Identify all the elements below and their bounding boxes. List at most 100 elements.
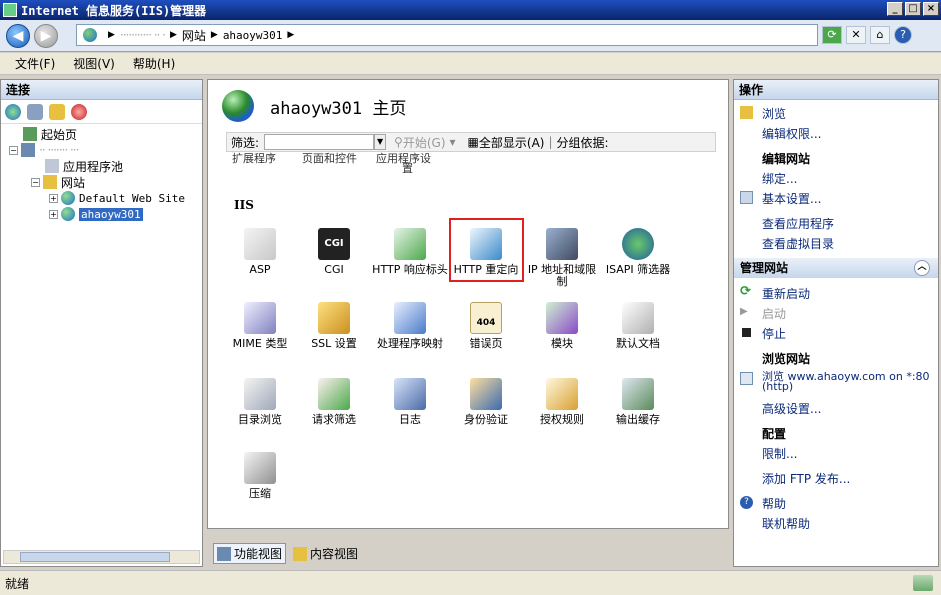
tree-label: ahaoyw301 <box>79 207 143 221</box>
tree-item-server[interactable]: − ·· ······· ··· <box>9 142 79 158</box>
action-browse[interactable]: 浏览 <box>762 105 786 122</box>
feature-label: SSL 设置 <box>311 337 357 350</box>
cutoff-label: 扩展程序 <box>232 152 276 165</box>
up-folder-icon[interactable] <box>49 103 65 120</box>
feature-modules[interactable]: 模块 <box>524 302 600 350</box>
filter-input[interactable] <box>264 134 375 150</box>
breadcrumb-sites[interactable]: 网站 <box>182 27 206 44</box>
feature-label: IP 地址和域限制 <box>527 263 597 288</box>
page-title: ahaoyw301 主页 <box>270 98 407 119</box>
server-icon <box>21 143 35 157</box>
action-add-ftp[interactable]: 添加 FTP 发布... <box>762 470 850 487</box>
status-text: 就绪 <box>5 576 30 591</box>
feature-asp[interactable]: ASP <box>226 228 298 276</box>
minimize-button[interactable]: _ <box>887 2 903 16</box>
forward-button[interactable]: ▶ <box>34 24 58 48</box>
disconnect-icon[interactable] <box>71 103 87 120</box>
feature-directory-browsing[interactable]: 目录浏览 <box>226 378 298 426</box>
collapse-icon[interactable]: − <box>9 145 18 155</box>
tree-label: 网站 <box>61 175 86 190</box>
action-edit-permissions[interactable]: 编辑权限... <box>762 125 821 142</box>
connections-toolbar <box>1 100 202 124</box>
action-stop[interactable]: 停止 <box>762 325 786 342</box>
feature-ssl-settings[interactable]: SSL 设置 <box>296 302 372 350</box>
compression-icon <box>244 452 276 484</box>
feature-logging[interactable]: 日志 <box>372 378 448 426</box>
action-help[interactable]: 帮助 <box>762 495 786 512</box>
error-pages-icon: 404 <box>470 302 502 334</box>
action-start[interactable]: 启动 <box>762 305 786 322</box>
tab-content-view[interactable]: 内容视图 <box>290 544 361 563</box>
action-online-help[interactable]: 联机帮助 <box>762 515 810 532</box>
action-basic-settings[interactable]: 基本设置... <box>762 190 821 207</box>
menu-help[interactable]: 帮助(H) <box>124 55 184 72</box>
feature-cgi[interactable]: CGI CGI <box>296 228 372 276</box>
action-bindings[interactable]: 绑定... <box>762 170 797 187</box>
help-icon[interactable]: ? <box>894 26 912 44</box>
action-advanced-settings[interactable]: 高级设置... <box>762 400 821 417</box>
stop-icon[interactable]: ✕ <box>846 26 866 44</box>
show-all-button[interactable]: ▦ 全部显示(A) <box>468 134 545 151</box>
tree-item-sites[interactable]: − 网站 <box>31 174 85 190</box>
browse-site-icon <box>740 372 753 385</box>
request-filtering-icon <box>318 378 350 410</box>
breadcrumb-site[interactable]: ahaoyw301 <box>223 29 283 42</box>
start-page-icon <box>23 127 37 141</box>
maximize-button[interactable]: □ <box>905 2 921 16</box>
asp-icon <box>244 228 276 260</box>
collapse-icon[interactable]: − <box>31 177 40 187</box>
feature-label: 压缩 <box>249 487 271 500</box>
tab-label: 内容视图 <box>310 547 359 561</box>
action-view-applications[interactable]: 查看应用程序 <box>762 215 834 232</box>
feature-isapi-filters[interactable]: ISAPI 筛选器 <box>600 228 676 276</box>
action-view-virtual-directories[interactable]: 查看虚拟目录 <box>762 235 834 252</box>
refresh-icon[interactable]: ⟳ <box>822 26 842 44</box>
tree-item-default-site[interactable]: + Default Web Site <box>49 190 185 206</box>
tree-item-selected-site[interactable]: + ahaoyw301 <box>49 206 143 222</box>
connect-icon[interactable] <box>5 103 21 120</box>
feature-label: 身份验证 <box>464 413 508 426</box>
action-limits[interactable]: 限制... <box>762 445 797 462</box>
tree-item-start-page[interactable]: 起始页 <box>23 126 77 142</box>
show-all-label: 全部显示(A) <box>478 135 545 150</box>
feature-http-response-headers[interactable]: HTTP 响应标头 <box>372 228 448 276</box>
save-icon[interactable] <box>27 103 43 120</box>
action-browse-url-protocol[interactable]: (http) <box>762 380 793 393</box>
ip-domain-restrictions-icon <box>546 228 578 260</box>
default-document-icon <box>622 302 654 334</box>
dropdown-icon[interactable]: ▼ <box>374 134 387 150</box>
expand-icon[interactable]: + <box>49 209 58 219</box>
menu-view[interactable]: 视图(V) <box>64 55 124 72</box>
action-restart[interactable]: 重新启动 <box>762 285 810 302</box>
feature-ip-domain-restrictions[interactable]: IP 地址和域限制 <box>524 228 600 288</box>
feature-handler-mappings[interactable]: 处理程序映射 <box>372 302 448 350</box>
tab-features-view[interactable]: 功能视图 <box>213 543 287 564</box>
collapse-chevron-icon[interactable]: ︿ <box>914 260 930 276</box>
breadcrumb-server[interactable]: ··········· ·· · <box>120 28 166 42</box>
expand-icon[interactable]: + <box>49 193 58 203</box>
cutoff-label: 置 <box>402 162 413 175</box>
feature-default-document[interactable]: 默认文档 <box>600 302 676 350</box>
home-icon[interactable]: ⌂ <box>870 26 890 44</box>
group-by-label[interactable]: 分组依据: <box>557 134 609 151</box>
feature-authentication[interactable]: 身份验证 <box>448 378 524 426</box>
scroll-thumb[interactable] <box>20 552 170 562</box>
start-filter-button[interactable]: ⚲ 开始(G) <box>394 134 445 151</box>
feature-mime-types[interactable]: MIME 类型 <box>226 302 298 350</box>
horizontal-scrollbar[interactable] <box>3 550 200 564</box>
modules-icon <box>546 302 578 334</box>
feature-error-pages[interactable]: 404 错误页 <box>448 302 524 350</box>
back-button[interactable]: ◀ <box>6 24 30 48</box>
section-edit-site: 编辑网站 <box>762 152 811 166</box>
feature-request-filtering[interactable]: 请求筛选 <box>296 378 372 426</box>
divider: ▾ <box>449 135 456 149</box>
tree-item-app-pools[interactable]: 应用程序池 <box>45 158 123 174</box>
feature-authorization-rules[interactable]: 授权规则 <box>524 378 600 426</box>
feature-compression[interactable]: 压缩 <box>226 452 298 500</box>
site-home-pane: ahaoyw301 主页 筛选: ▼ ⚲ 开始(G) ▾ ▦ 全部显示(A) | … <box>207 79 729 529</box>
help-icon: ? <box>740 496 753 509</box>
address-box[interactable]: ▶ ··········· ·· · ▶ 网站 ▶ ahaoyw301 ▶ <box>76 24 818 46</box>
close-button[interactable]: × <box>923 2 939 16</box>
menu-file[interactable]: 文件(F) <box>6 55 64 72</box>
feature-output-caching[interactable]: 输出缓存 <box>600 378 676 426</box>
